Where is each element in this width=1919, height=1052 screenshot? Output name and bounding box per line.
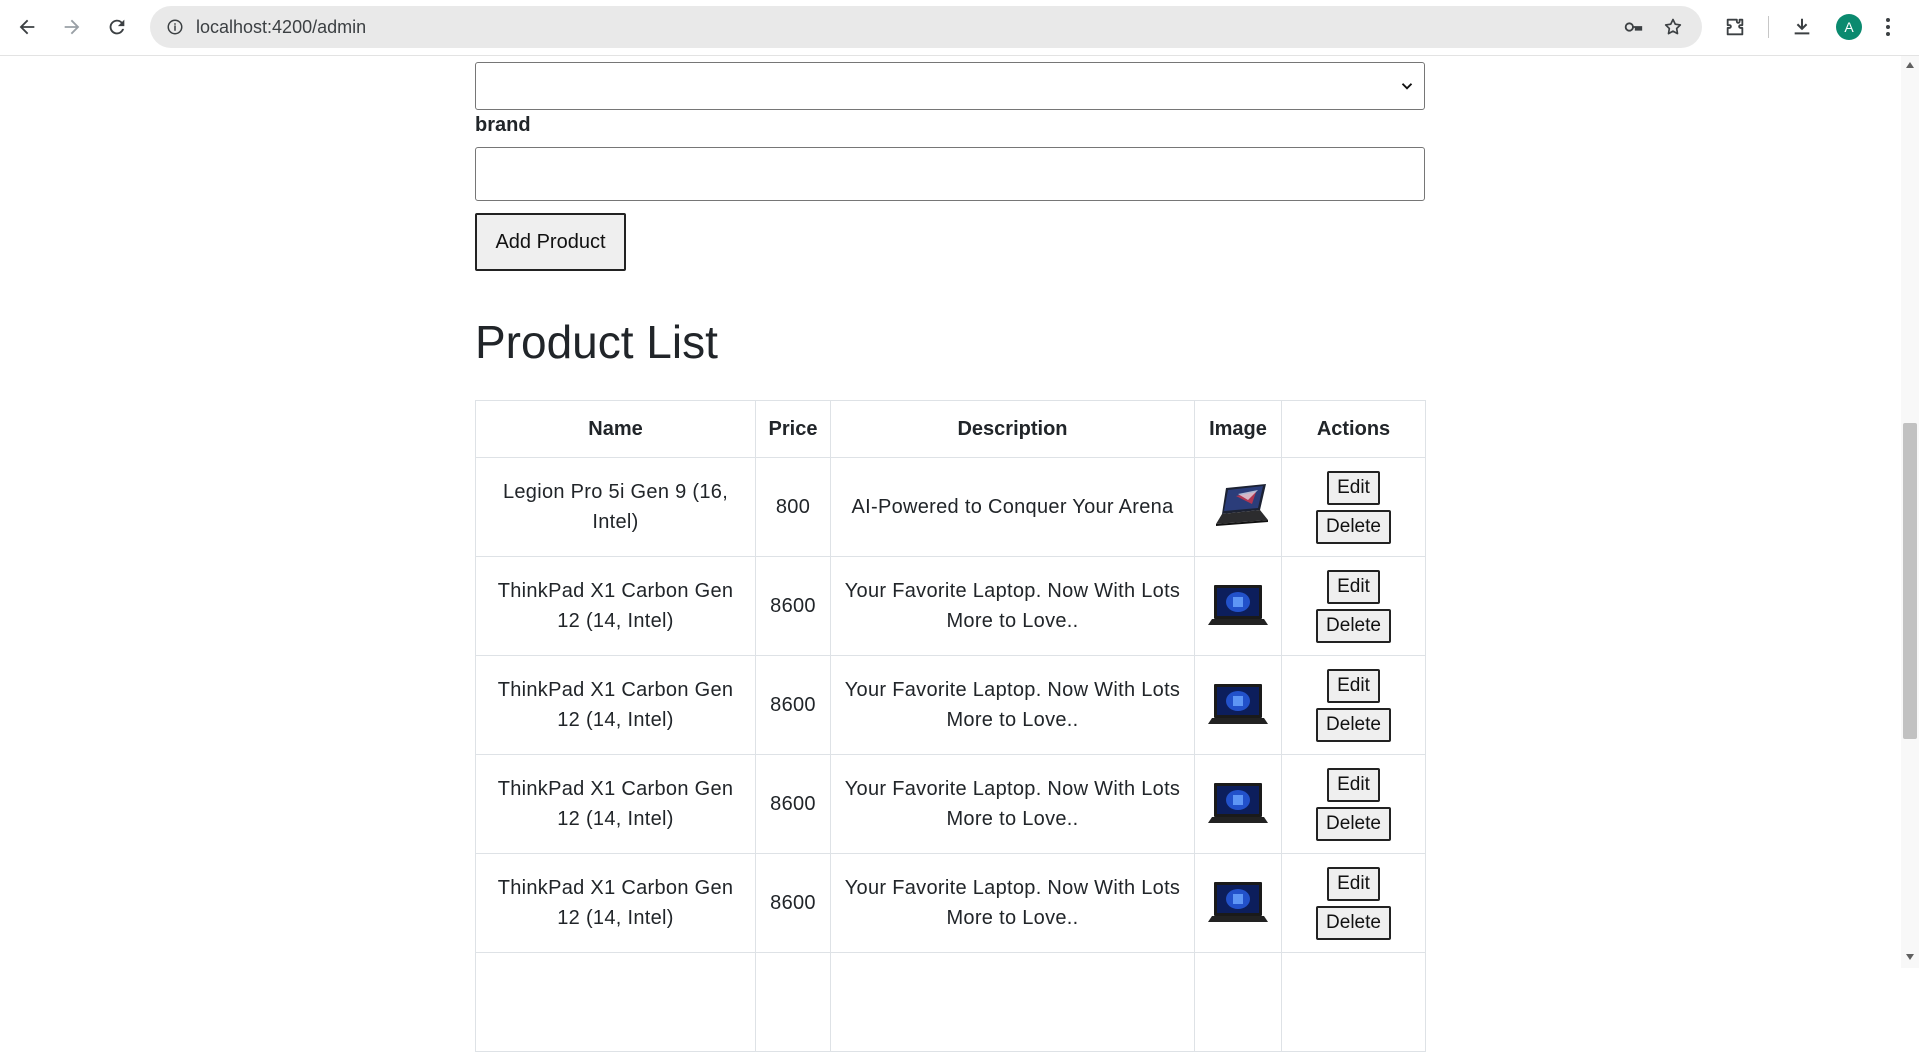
- toolbar-divider: [1768, 16, 1769, 38]
- product-name: ThinkPad X1 Carbon Gen 12 (14, Intel): [475, 853, 756, 953]
- table-header-row: Name Price Description Image Actions: [475, 400, 1426, 458]
- product-price: 8600: [755, 655, 831, 755]
- product-price: 8600: [755, 853, 831, 953]
- back-icon[interactable]: [9, 9, 45, 45]
- scroll-up-icon[interactable]: [1905, 60, 1915, 70]
- edit-button[interactable]: Edit: [1327, 569, 1380, 604]
- info-icon[interactable]: [160, 12, 190, 42]
- address-bar[interactable]: localhost:4200/admin: [150, 6, 1702, 48]
- reload-icon[interactable]: [99, 9, 135, 45]
- profile-avatar[interactable]: A: [1836, 14, 1862, 40]
- delete-button[interactable]: Delete: [1316, 509, 1391, 544]
- category-select[interactable]: [475, 62, 1425, 110]
- chevron-down-icon: [1401, 83, 1413, 90]
- product-name: ThinkPad X1 Carbon Gen 12 (14, Intel): [475, 655, 756, 755]
- column-header-description: Description: [830, 400, 1195, 458]
- product-price: 8600: [755, 754, 831, 854]
- page-scrollbar[interactable]: [1901, 56, 1919, 968]
- extensions-icon[interactable]: [1717, 9, 1753, 45]
- edit-button[interactable]: Edit: [1327, 866, 1380, 901]
- product-name: ThinkPad X1 Carbon Gen 12 (14, Intel): [475, 556, 756, 656]
- laptop-gaming-icon: [1216, 484, 1268, 526]
- edit-button[interactable]: Edit: [1327, 668, 1380, 703]
- column-header-image: Image: [1194, 400, 1282, 458]
- table-row-partial: [475, 952, 1426, 1052]
- product-description: AI-Powered to Conquer Your Arena: [830, 457, 1195, 557]
- laptop-thinkpad-icon: [1208, 882, 1268, 922]
- edit-button[interactable]: Edit: [1327, 470, 1380, 505]
- product-price: 8600: [755, 556, 831, 656]
- table-row: ThinkPad X1 Carbon Gen 12 (14, Intel) 86…: [475, 556, 1426, 656]
- url-text[interactable]: localhost:4200/admin: [196, 6, 366, 48]
- table-row: ThinkPad X1 Carbon Gen 12 (14, Intel) 86…: [475, 655, 1426, 755]
- delete-button[interactable]: Delete: [1316, 707, 1391, 742]
- product-description: Your Favorite Laptop. Now With Lots More…: [830, 655, 1195, 755]
- delete-button[interactable]: Delete: [1316, 608, 1391, 643]
- more-icon[interactable]: [1876, 9, 1900, 45]
- table-row: Legion Pro 5i Gen 9 (16, Intel) 800 AI-P…: [475, 457, 1426, 557]
- column-header-price: Price: [755, 400, 831, 458]
- laptop-thinkpad-icon: [1208, 684, 1268, 724]
- brand-input[interactable]: [475, 147, 1425, 201]
- browser-toolbar: localhost:4200/admin A: [0, 0, 1919, 56]
- edit-button[interactable]: Edit: [1327, 767, 1380, 802]
- laptop-thinkpad-icon: [1208, 585, 1268, 625]
- forward-icon[interactable]: [54, 9, 90, 45]
- product-table: Name Price Description Image Actions Leg…: [475, 400, 1426, 1052]
- scrollbar-thumb[interactable]: [1903, 423, 1917, 739]
- product-list-title: Product List: [475, 316, 718, 368]
- table-row: ThinkPad X1 Carbon Gen 12 (14, Intel) 86…: [475, 754, 1426, 854]
- product-name: ThinkPad X1 Carbon Gen 12 (14, Intel): [475, 754, 756, 854]
- brand-label: brand: [475, 114, 531, 136]
- delete-button[interactable]: Delete: [1316, 806, 1391, 841]
- product-description: Your Favorite Laptop. Now With Lots More…: [830, 853, 1195, 953]
- column-header-actions: Actions: [1281, 400, 1426, 458]
- delete-button[interactable]: Delete: [1316, 905, 1391, 940]
- product-description: Your Favorite Laptop. Now With Lots More…: [830, 556, 1195, 656]
- key-icon[interactable]: [1618, 12, 1648, 42]
- table-row: ThinkPad X1 Carbon Gen 12 (14, Intel) 86…: [475, 853, 1426, 953]
- add-product-button[interactable]: Add Product: [475, 213, 626, 271]
- laptop-thinkpad-icon: [1208, 783, 1268, 823]
- product-name: Legion Pro 5i Gen 9 (16, Intel): [475, 457, 756, 557]
- product-description: Your Favorite Laptop. Now With Lots More…: [830, 754, 1195, 854]
- star-icon[interactable]: [1658, 12, 1688, 42]
- product-price: 800: [755, 457, 831, 557]
- download-icon[interactable]: [1784, 9, 1820, 45]
- scroll-down-icon[interactable]: [1905, 952, 1915, 962]
- column-header-name: Name: [475, 400, 756, 458]
